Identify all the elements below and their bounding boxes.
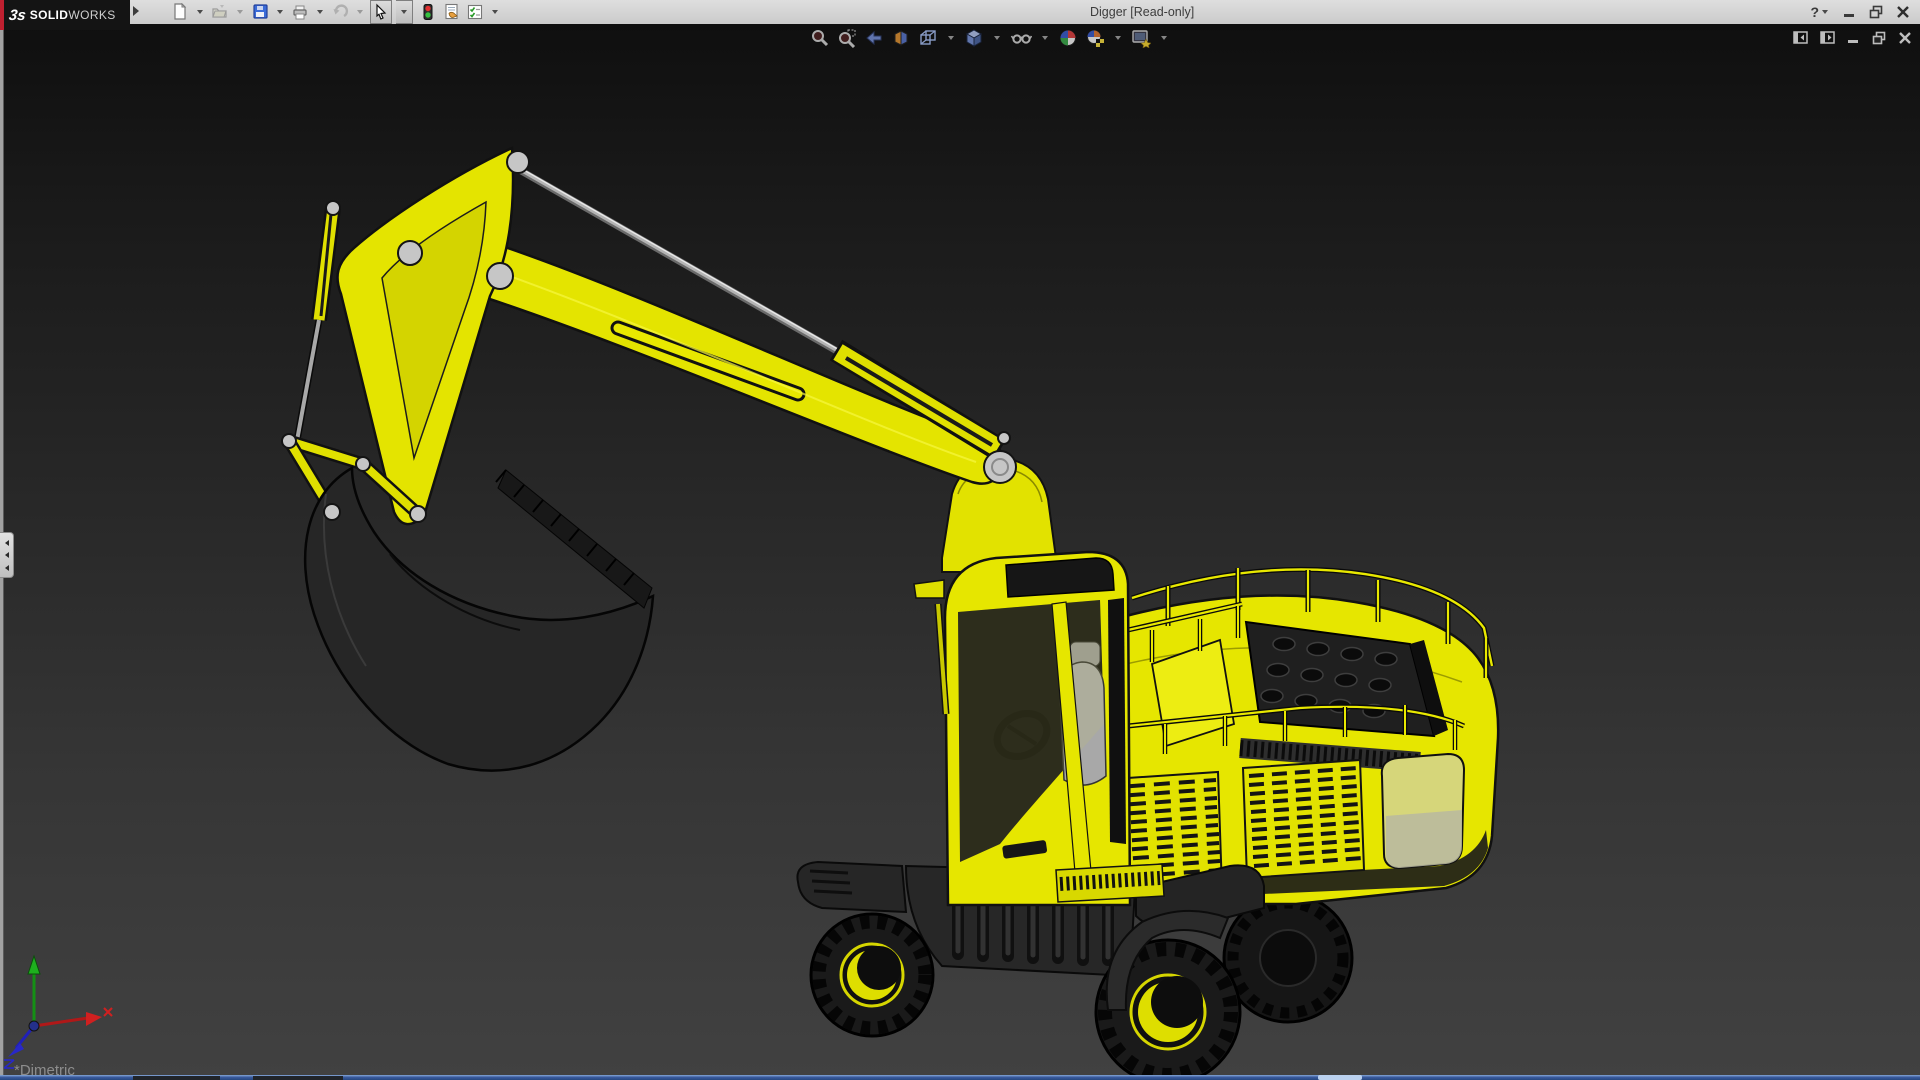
options-checklist-icon <box>466 3 484 21</box>
front-wheel <box>811 914 933 1036</box>
select-dropdown-arrow[interactable] <box>396 0 413 24</box>
help-button[interactable]: ? <box>1810 4 1831 20</box>
heads-up-view-toolbar <box>810 28 1170 48</box>
edit-appearance-button[interactable] <box>1058 28 1078 48</box>
origin-triad <box>4 956 112 1068</box>
bucket-cylinder <box>296 208 333 446</box>
display-style-cube-icon <box>964 28 984 48</box>
apply-scene-icon <box>1085 28 1105 48</box>
hide-show-items-button[interactable] <box>1010 28 1032 48</box>
open-button[interactable] <box>210 1 230 23</box>
view-orientation-cube-icon <box>918 28 938 48</box>
taskbar-button-active[interactable] <box>1318 1075 1362 1080</box>
view-orientation-button[interactable] <box>918 28 938 48</box>
apply-scene-dropdown-arrow[interactable] <box>1115 36 1121 40</box>
view-settings-button[interactable] <box>1131 28 1151 48</box>
file-properties-icon <box>442 3 460 21</box>
previous-view-button[interactable] <box>864 28 884 48</box>
solidworks-window: Digger [Read-only] ? 3s SOLIDWORKS <box>0 0 1920 1080</box>
undo-icon <box>331 3 349 21</box>
display-style-button[interactable] <box>964 28 984 48</box>
minimize-button[interactable] <box>1843 5 1857 19</box>
new-icon <box>171 3 189 21</box>
solidworks-logo[interactable]: 3s SOLIDWORKS <box>0 0 130 30</box>
file-properties-button[interactable] <box>441 1 461 23</box>
rebuild-traffic-light-icon <box>418 3 436 21</box>
window-title: Digger [Read-only] <box>1090 0 1194 24</box>
front-step <box>1056 864 1164 902</box>
restore-button[interactable] <box>1869 5 1884 19</box>
doc-restore-button[interactable] <box>1872 31 1887 45</box>
close-button[interactable] <box>1896 5 1910 19</box>
section-view-button[interactable] <box>891 28 911 48</box>
boom-arm <box>454 244 1003 484</box>
print-button[interactable] <box>290 1 310 23</box>
appearance-sphere-icon <box>1058 28 1078 48</box>
open-dropdown-arrow[interactable] <box>237 10 243 14</box>
toggle-left-pane-button[interactable] <box>1793 31 1809 45</box>
taskbar-button[interactable] <box>133 1076 220 1080</box>
view-settings-icon <box>1131 28 1151 48</box>
zoom-to-area-button[interactable] <box>837 28 857 48</box>
cab <box>914 552 1130 905</box>
open-folder-icon <box>211 3 229 21</box>
logo-wordmark: SOLIDWORKS <box>30 8 116 22</box>
help-icon: ? <box>1810 4 1819 20</box>
panel-splitter-handle[interactable] <box>0 532 14 578</box>
select-cursor-icon <box>372 3 390 21</box>
zoom-to-fit-button[interactable] <box>810 28 830 48</box>
cab-side-window <box>1108 598 1126 844</box>
menu-bar-toolbar <box>170 0 501 24</box>
save-dropdown-arrow[interactable] <box>277 10 283 14</box>
help-dropdown-arrow[interactable] <box>1822 10 1828 14</box>
graphics-area[interactable]: *Dimetric <box>0 24 1920 1076</box>
document-window-controls <box>1793 31 1912 45</box>
view-orientation-dropdown-arrow[interactable] <box>948 36 954 40</box>
logo-monogram: 3s <box>8 7 27 24</box>
new-dropdown-arrow[interactable] <box>197 10 203 14</box>
roof-glass <box>1006 558 1114 597</box>
display-style-dropdown-arrow[interactable] <box>994 36 1000 40</box>
zoom-to-fit-icon <box>810 28 830 48</box>
logo-accent-stripe <box>0 0 4 30</box>
titlebar: Digger [Read-only] ? <box>0 0 1920 25</box>
select-tool-button[interactable] <box>370 0 392 24</box>
digger-model[interactable] <box>0 24 1920 1076</box>
menu-expand-arrow[interactable] <box>133 6 139 16</box>
options-dropdown-arrow[interactable] <box>492 10 498 14</box>
doc-close-button[interactable] <box>1898 31 1912 45</box>
doc-minimize-button[interactable] <box>1847 31 1861 45</box>
print-icon <box>291 3 309 21</box>
undo-dropdown-arrow[interactable] <box>357 10 363 14</box>
save-button[interactable] <box>250 1 270 23</box>
apply-scene-button[interactable] <box>1085 28 1105 48</box>
windows-taskbar-edge[interactable] <box>0 1075 1920 1080</box>
rebuild-button[interactable] <box>417 1 437 23</box>
save-floppy-icon <box>251 3 269 21</box>
previous-view-icon <box>864 28 884 48</box>
hide-show-dropdown-arrow[interactable] <box>1042 36 1048 40</box>
view-settings-dropdown-arrow[interactable] <box>1161 36 1167 40</box>
taskbar-button[interactable] <box>253 1076 343 1080</box>
print-dropdown-arrow[interactable] <box>317 10 323 14</box>
bucket <box>305 468 653 771</box>
undo-button[interactable] <box>330 1 350 23</box>
titlebar-controls: ? <box>1810 0 1910 24</box>
engine-housing <box>1098 568 1498 904</box>
toggle-right-pane-button[interactable] <box>1820 31 1836 45</box>
glasses-icon <box>1010 28 1032 48</box>
new-button[interactable] <box>170 1 190 23</box>
section-view-icon <box>891 28 911 48</box>
options-button[interactable] <box>465 1 485 23</box>
zoom-to-area-icon <box>837 28 857 48</box>
